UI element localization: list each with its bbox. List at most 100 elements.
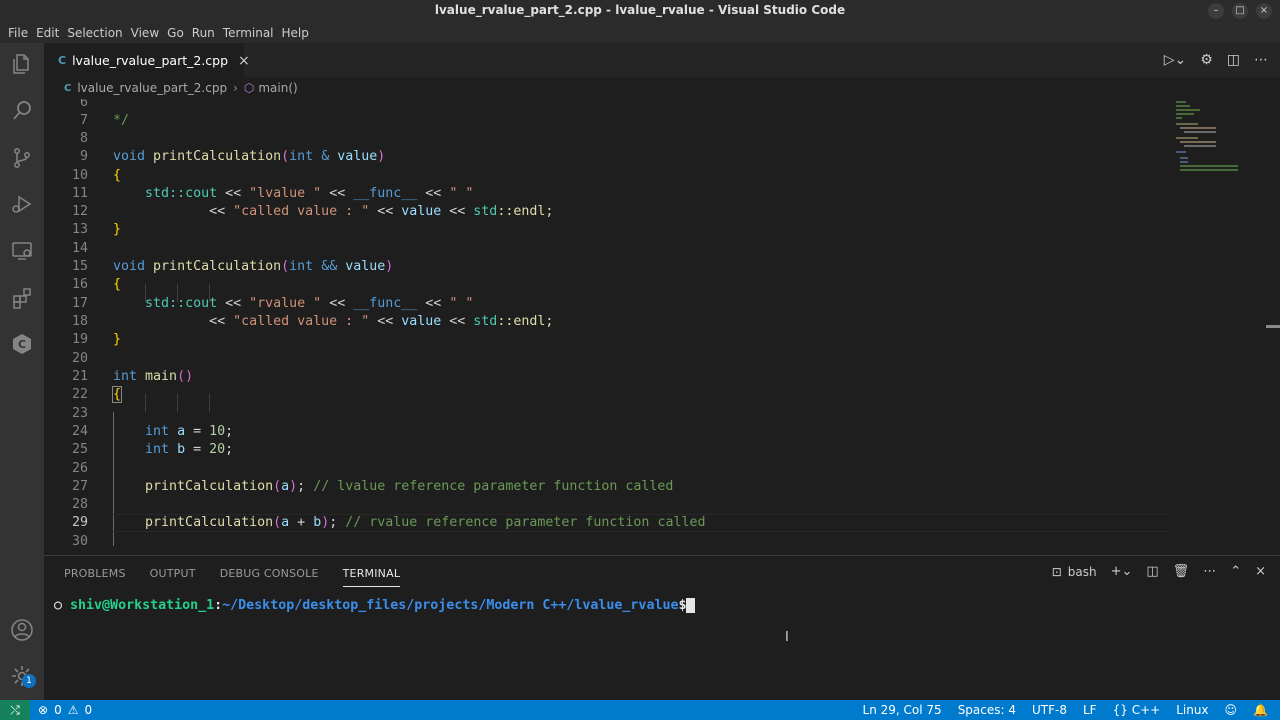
code-line: 7 */ xyxy=(44,112,1168,130)
more-actions-icon[interactable]: ⋯ xyxy=(1254,52,1268,68)
run-file-icon[interactable]: ▷⌄ xyxy=(1164,52,1187,68)
tab-label: lvalue_rvalue_part_2.cpp xyxy=(72,53,229,68)
code-editor[interactable]: 6 7 */ 8 9 void printCalculation(int & val… xyxy=(44,99,1280,555)
line-number: 18 xyxy=(71,314,88,329)
code-line: 10{ xyxy=(44,167,1168,185)
language-mode[interactable]: {} C++ xyxy=(1113,703,1161,717)
code-line: 25 int b = 20; xyxy=(44,441,1168,459)
tab-terminal[interactable]: TERMINAL xyxy=(342,567,401,587)
code-line: 12 << "called value : " << value << std:… xyxy=(44,203,1168,221)
warning-count[interactable]: 0 xyxy=(84,703,92,717)
breadcrumb-symbol[interactable]: main() xyxy=(258,81,297,95)
platform[interactable]: Linux xyxy=(1176,703,1208,717)
close-window-icon[interactable]: × xyxy=(1256,3,1272,19)
new-terminal-icon[interactable]: +⌄ xyxy=(1111,564,1133,579)
source-control-icon[interactable] xyxy=(7,143,37,173)
line-number: 25 xyxy=(71,442,88,457)
menu-run[interactable]: Run xyxy=(188,26,219,40)
terminal-user: shiv@Workstation_1 xyxy=(70,598,215,613)
menu-help[interactable]: Help xyxy=(278,26,313,40)
terminal-bullet: ○ xyxy=(54,598,63,613)
line-number: 29 xyxy=(71,515,88,530)
terminal-colon: : xyxy=(214,598,223,613)
editor-actions: ▷⌄ ⚙ ◫ ⋯ xyxy=(1164,52,1268,68)
remote-indicator-icon[interactable]: ⤭ xyxy=(0,700,30,720)
split-editor-icon[interactable]: ◫ xyxy=(1227,52,1240,68)
end-of-line[interactable]: LF xyxy=(1083,703,1097,717)
line-number: 23 xyxy=(71,406,88,421)
line-number: 21 xyxy=(71,369,88,384)
code-line: 9 void printCalculation(int & value) xyxy=(44,148,1168,166)
minimize-icon[interactable]: – xyxy=(1208,3,1224,19)
minimap[interactable] xyxy=(1174,99,1268,555)
feedback-icon[interactable]: ☺ xyxy=(1225,703,1238,717)
panel-actions: ⊡ bash +⌄ ◫ 🗑 ⋯ ⌃ × xyxy=(1052,564,1266,579)
errors-icon[interactable]: ⊗ xyxy=(38,703,48,717)
menu-edit[interactable]: Edit xyxy=(32,26,63,40)
explorer-icon[interactable] xyxy=(7,49,37,79)
indentation[interactable]: Spaces: 4 xyxy=(958,703,1016,717)
tab-debug-console[interactable]: DEBUG CONSOLE xyxy=(220,567,319,587)
maximize-icon[interactable]: □ xyxy=(1232,3,1248,19)
code-line: 21 int main() xyxy=(44,368,1168,386)
remote-explorer-icon[interactable] xyxy=(7,236,37,266)
title-bar: lvalue_rvalue_part_2.cpp - lvalue_rvalue… xyxy=(0,0,1280,22)
encoding[interactable]: UTF-8 xyxy=(1032,703,1067,717)
close-tab-icon[interactable]: × xyxy=(238,53,250,69)
line-number: 7 xyxy=(79,113,88,128)
line-number: 26 xyxy=(71,461,88,476)
gear-icon[interactable]: ⚙ xyxy=(1200,52,1213,68)
status-right: Ln 29, Col 75 Spaces: 4 UTF-8 LF {} C++ … xyxy=(863,703,1268,717)
notifications-bell-icon[interactable]: 🔔 xyxy=(1253,703,1268,717)
breadcrumb-file[interactable]: lvalue_rvalue_part_2.cpp xyxy=(77,81,227,95)
cursor-position[interactable]: Ln 29, Col 75 xyxy=(863,703,942,717)
code-line: 14 xyxy=(44,240,1168,258)
line-number: 12 xyxy=(71,204,88,219)
line-number: 28 xyxy=(71,497,88,512)
tab-output[interactable]: OUTPUT xyxy=(150,567,196,587)
code-line: 27 printCalculation(a); // lvalue refere… xyxy=(44,478,1168,496)
cpp-extension-icon[interactable]: C xyxy=(7,329,37,359)
terminal-path: ~/Desktop/desktop_files/projects/Modern … xyxy=(222,598,679,613)
terminal-selector[interactable]: ⊡ bash xyxy=(1052,565,1097,579)
code-line: 18 << "called value : " << value << std:… xyxy=(44,313,1168,331)
terminal-prompt[interactable]: ○ shiv@Workstation_1:~/Desktop/desktop_f… xyxy=(54,598,695,613)
line-number: 8 xyxy=(79,131,88,146)
tab-lvalue-rvalue-part-2[interactable]: C lvalue_rvalue_part_2.cpp × xyxy=(44,43,250,77)
line-number: 24 xyxy=(71,424,88,439)
close-panel-icon[interactable]: × xyxy=(1255,564,1266,579)
code-line: 28 xyxy=(44,496,1168,514)
terminal-shell-name: bash xyxy=(1067,564,1097,579)
warnings-icon[interactable]: ⚠ xyxy=(68,703,79,717)
menu-terminal[interactable]: Terminal xyxy=(219,26,278,40)
cpp-file-icon: C xyxy=(58,54,67,67)
code-line: 23 xyxy=(44,405,1168,423)
scrollbar-cursor-marker xyxy=(1266,325,1280,328)
line-number: 19 xyxy=(71,332,88,347)
line-number: 11 xyxy=(71,186,88,201)
run-debug-icon[interactable] xyxy=(7,189,37,219)
more-actions-icon[interactable]: ⋯ xyxy=(1203,564,1216,579)
trash-icon[interactable]: 🗑 xyxy=(1173,564,1190,579)
menu-view[interactable]: View xyxy=(127,26,163,40)
editor-tab-bar: C lvalue_rvalue_part_2.cpp × ▷⌄ ⚙ ◫ ⋯ xyxy=(44,43,1280,77)
menu-go[interactable]: Go xyxy=(163,26,188,40)
extensions-icon[interactable] xyxy=(7,283,37,313)
split-terminal-icon[interactable]: ◫ xyxy=(1146,564,1158,579)
tab-problems[interactable]: PROBLEMS xyxy=(64,567,126,587)
code-line: 24 int a = 10; xyxy=(44,423,1168,441)
code-line: 6 xyxy=(44,99,1168,112)
code-line: 16{ xyxy=(44,276,1168,294)
maximize-panel-icon[interactable]: ⌃ xyxy=(1230,564,1241,579)
code-line: 15 void printCalculation(int && value) xyxy=(44,258,1168,276)
menu-file[interactable]: File xyxy=(4,26,32,40)
error-count[interactable]: 0 xyxy=(54,703,62,717)
current-code-line: 29 printCalculation(a + b); // rvalue re… xyxy=(44,514,1168,533)
menu-selection[interactable]: Selection xyxy=(63,26,126,40)
line-number: 6 xyxy=(79,99,88,110)
line-number: 16 xyxy=(71,277,88,292)
code-line: 11 std::cout << "lvalue " << __func__ <<… xyxy=(44,185,1168,203)
search-icon[interactable] xyxy=(7,96,37,126)
breadcrumb: C lvalue_rvalue_part_2.cpp › ⬡ main() xyxy=(44,77,1280,99)
accounts-icon[interactable] xyxy=(7,615,37,645)
